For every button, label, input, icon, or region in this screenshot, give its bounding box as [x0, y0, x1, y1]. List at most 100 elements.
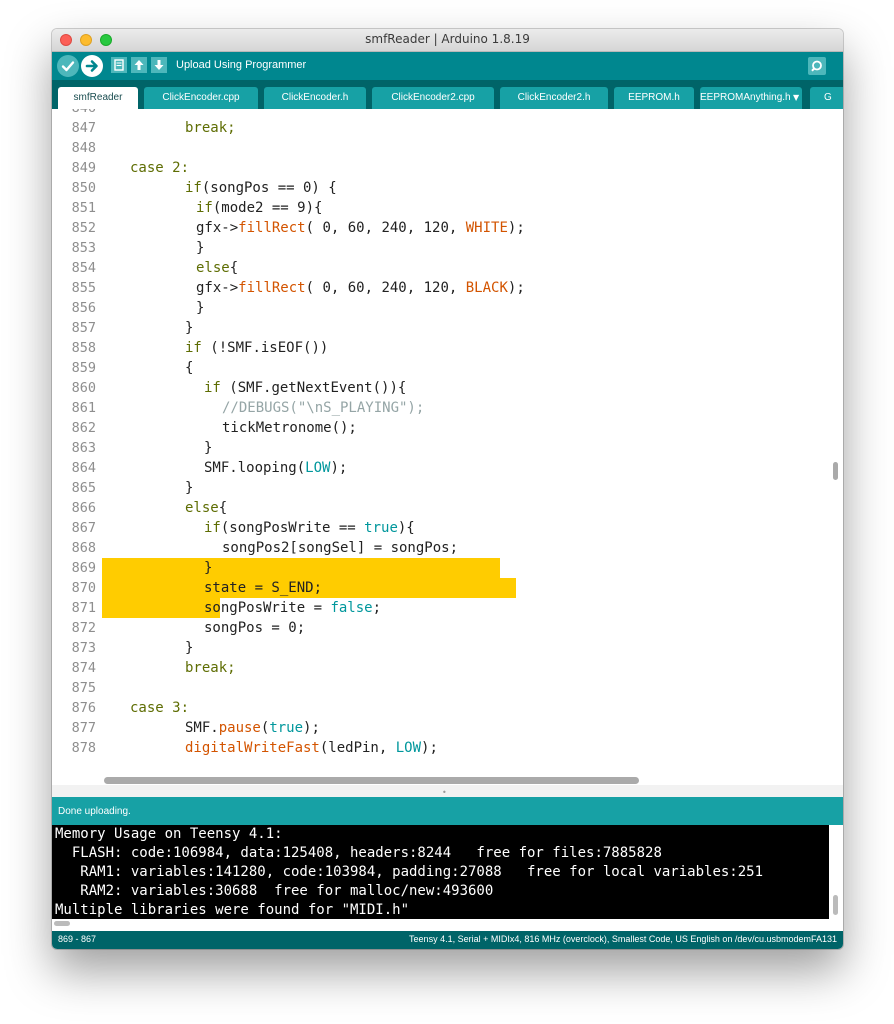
line-number: 875 — [71, 680, 96, 696]
verify-button[interactable] — [57, 55, 79, 77]
line-number: 876 — [71, 700, 96, 716]
code-token: } — [196, 300, 205, 316]
arrow-down-icon — [154, 60, 164, 70]
status-message: Done uploading. — [58, 806, 131, 817]
code-text: if(songPos == 0) { — [185, 178, 337, 198]
tab-overflow[interactable]: G — [810, 87, 843, 109]
code-token: SMF. — [185, 720, 219, 736]
code-token: { — [229, 260, 239, 276]
upload-button[interactable] — [81, 55, 103, 77]
code-token: tickMetronome(); — [222, 420, 357, 436]
tab-menu-chevron-icon[interactable]: ▼ — [793, 93, 799, 102]
line-number: 846 — [52, 109, 96, 118]
line-selection-info: 869 - 867 — [58, 934, 97, 944]
line-number: 864 — [71, 460, 96, 476]
code-token: ( 0, 60, 240, 120, — [305, 280, 466, 296]
toolbar: Upload Using Programmer — [52, 52, 843, 80]
code-token: true — [269, 720, 304, 736]
console-horizontal-scrollbar[interactable] — [54, 921, 70, 926]
console-line: RAM2: variables:30688 free for malloc/ne… — [55, 883, 494, 899]
code-token: ); — [507, 220, 525, 236]
line-number: 868 — [71, 540, 96, 556]
code-token: WHITE — [465, 220, 508, 236]
code-token: songPosWrite = — [204, 600, 331, 616]
line-number: 867 — [71, 520, 96, 536]
code-token: songPos = 0; — [204, 620, 306, 636]
code-token: if — [204, 380, 221, 396]
tab-clickencoder-cpp[interactable]: ClickEncoder.cpp — [144, 87, 258, 109]
code-line-866: 866 else{ — [52, 498, 829, 518]
code-line-865: 865 } — [52, 478, 829, 498]
code-line-856: 856 } — [52, 298, 829, 318]
code-token: (ledPin, — [319, 740, 396, 756]
line-number: 860 — [71, 380, 96, 396]
code-token: break; — [185, 660, 236, 676]
code-text: case 3: — [130, 698, 189, 718]
code-token: if — [185, 340, 202, 356]
status-bar: Done uploading. — [52, 797, 843, 825]
arrow-up-icon — [134, 60, 144, 70]
code-editor[interactable]: 846 847 break; 848 849 case 2: 850 if(so… — [52, 109, 829, 773]
code-token: ); — [421, 740, 438, 756]
code-token: else — [185, 500, 219, 516]
tab-bar: smfReader ClickEncoder.cpp ClickEncoder.… — [52, 80, 843, 109]
code-token: false — [330, 600, 373, 616]
line-number: 851 — [71, 200, 96, 216]
code-token: ( 0, 60, 240, 120, — [305, 220, 466, 236]
console-line: FLASH: code:106984, data:125408, headers… — [55, 845, 662, 861]
open-sketch-button[interactable] — [131, 57, 147, 73]
code-token: fillRect — [238, 220, 306, 236]
code-text: } — [204, 438, 212, 458]
console-output[interactable]: Memory Usage on Teensy 4.1: FLASH: code:… — [52, 825, 829, 925]
save-sketch-button[interactable] — [151, 57, 167, 73]
line-number: 848 — [71, 140, 96, 156]
new-sketch-button[interactable] — [111, 57, 127, 73]
checkmark-icon — [61, 61, 75, 72]
code-line-861: 861 //DEBUGS("\nS_PLAYING"); — [52, 398, 829, 418]
tab-clickencoder-h[interactable]: ClickEncoder.h — [264, 87, 366, 109]
code-text: } — [196, 298, 204, 318]
code-token: if — [196, 200, 213, 216]
divider-grip-icon: • — [442, 788, 447, 797]
code-line-874: 874 break; — [52, 658, 829, 678]
line-number: 877 — [71, 720, 96, 736]
editor-horizontal-scrollbar[interactable] — [104, 777, 639, 784]
code-line-862: 862 tickMetronome(); — [52, 418, 829, 438]
tab-clickencoder2-h[interactable]: ClickEncoder2.h — [500, 87, 608, 109]
line-number: 855 — [71, 280, 96, 296]
window-title: smfReader | Arduino 1.8.19 — [365, 32, 530, 46]
console-vertical-scrollbar[interactable] — [833, 895, 838, 915]
code-token: } — [196, 240, 205, 256]
code-token: } — [185, 480, 194, 496]
code-text: { — [185, 358, 193, 378]
code-token: } — [185, 640, 194, 656]
code-text: SMF.pause(true); — [185, 718, 320, 738]
code-line-849: 849 case 2: — [52, 158, 829, 178]
tab-smfreader[interactable]: smfReader — [58, 87, 138, 109]
code-line-873: 873 } — [52, 638, 829, 658]
code-token: break; — [185, 120, 236, 136]
code-line-864: 864 SMF.looping(LOW); — [52, 458, 829, 478]
line-number: 850 — [71, 180, 96, 196]
toolbar-hover-label: Upload Using Programmer — [176, 59, 307, 71]
code-token: ); — [303, 720, 320, 736]
tab-clickencoder2-cpp[interactable]: ClickEncoder2.cpp — [372, 87, 494, 109]
code-line-852: 852 gfx->fillRect( 0, 60, 240, 120, WHIT… — [52, 218, 829, 238]
tab-eeprom-h[interactable]: EEPROM.h — [614, 87, 694, 109]
line-number: 862 — [71, 420, 96, 436]
tab-eepromanything-h[interactable]: EEPROMAnything.h — [700, 87, 802, 109]
line-number: 872 — [71, 620, 96, 636]
serial-monitor-button[interactable] — [808, 57, 826, 75]
code-text: gfx->fillRect( 0, 60, 240, 120, WHITE); — [196, 218, 525, 238]
title-bar: smfReader | Arduino 1.8.19 — [52, 29, 843, 52]
line-number: 849 — [71, 160, 96, 176]
code-text: digitalWriteFast(ledPin, LOW); — [185, 738, 438, 758]
board-info: Teensy 4.1, Serial + MIDIx4, 816 MHz (ov… — [409, 934, 837, 944]
code-text: } — [204, 558, 212, 578]
arrow-right-icon — [85, 60, 98, 72]
new-file-icon — [114, 59, 124, 71]
code-line-850: 850 if(songPos == 0) { — [52, 178, 829, 198]
editor-vertical-scrollbar[interactable] — [833, 462, 838, 480]
code-text: songPos = 0; — [204, 618, 305, 638]
code-text: if(mode2 == 9){ — [196, 198, 322, 218]
